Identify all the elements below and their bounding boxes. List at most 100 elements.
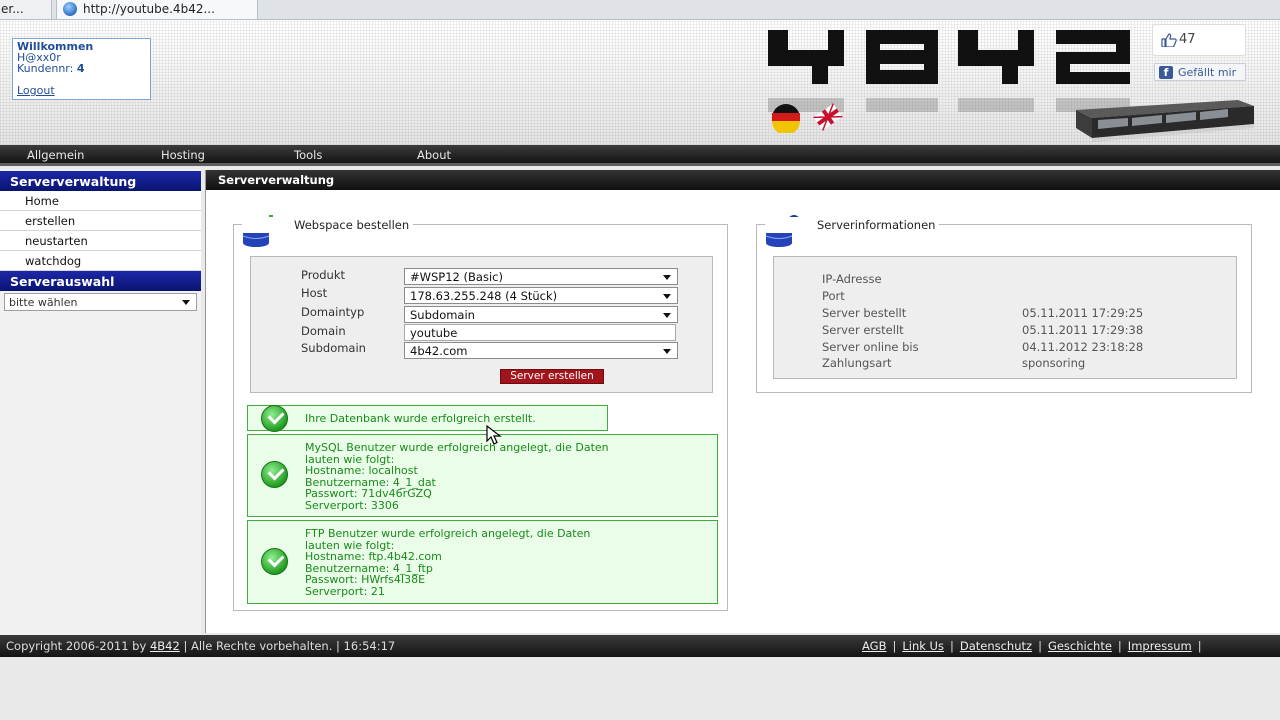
site-footer: Copyright 2006-2011 by 4B42 | Alle Recht…: [0, 635, 1280, 657]
sidebar-section-serververwaltung: Serververwaltung: [0, 171, 201, 191]
info-label-port: Port: [822, 289, 845, 303]
browser-tab-active[interactable]: http://youtube.4b42...: [56, 0, 258, 20]
main-content: Serververwaltung Webspace bestellen Prod…: [205, 170, 1280, 633]
customer-number-line: Kundennr: 4: [17, 63, 146, 74]
sidebar-item-erstellen[interactable]: erstellen: [0, 211, 201, 231]
customer-number-label: Kundennr:: [17, 62, 74, 75]
footer-link-agb[interactable]: AGB: [862, 639, 886, 653]
welcome-box: Willkommen H@xx0r Kundennr: 4 Logout: [12, 38, 151, 100]
field-label-host: Host: [301, 286, 328, 300]
mysql-line: MySQL Benutzer wurde erfolgreich angeleg…: [305, 441, 609, 454]
footer-link-link-us[interactable]: Link Us: [902, 639, 944, 653]
server-erstellen-button[interactable]: Server erstellen: [500, 369, 604, 384]
sidebar-item-watchdog[interactable]: watchdog: [0, 251, 201, 271]
info-value-online-bis: 04.11.2012 23:18:28: [1022, 340, 1144, 354]
db-success-message: Ihre Datenbank wurde erfolgreich erstell…: [247, 405, 608, 432]
info-label-server-erstellt: Server erstellt: [822, 323, 904, 337]
chevron-down-icon: [663, 275, 671, 280]
mysql-hostname: Hostname: localhost: [305, 464, 418, 477]
order-form: Produkt #WSP12 (Basic) Host 178.63.255.2…: [250, 256, 713, 393]
nav-item-tools[interactable]: Tools: [294, 148, 322, 162]
ftp-line: FTP Benutzer wurde erfolgreich angelegt,…: [305, 527, 591, 540]
ftp-password: Passwort: HWrfs4I38E: [305, 573, 426, 586]
ftp-port: Serverport: 21: [305, 584, 385, 598]
tab-label: er...: [1, 2, 24, 16]
server-select-value: bitte wählen: [9, 296, 78, 309]
server-info-table: IP-Adresse Port Server bestellt 05.11.20…: [773, 256, 1237, 379]
success-check-icon: [261, 405, 288, 432]
host-select[interactable]: 178.63.255.248 (4 Stück): [404, 287, 678, 304]
nav-item-hosting[interactable]: Hosting: [161, 148, 205, 162]
like-count: 47: [1179, 32, 1196, 47]
server-rack-image: [1076, 100, 1254, 142]
sidebar-item-home[interactable]: Home: [0, 191, 201, 211]
ftp-details: FTP Benutzer wurde erfolgreich angelegt,…: [305, 528, 590, 597]
browser-tab-strip: er... http://youtube.4b42...: [0, 0, 1280, 20]
footer-links: AGB | Link Us | Datenschutz | Geschichte | Impre…: [862, 639, 1202, 653]
like-button-label: Gefällt mir: [1178, 66, 1237, 79]
db-success-text: Ihre Datenbank wurde erfolgreich erstell…: [305, 412, 536, 425]
chevron-down-icon: [182, 300, 190, 305]
nav-item-allgemein[interactable]: Allgemein: [27, 148, 84, 162]
info-label-zahlungsart: Zahlungsart: [822, 356, 892, 370]
server-info-legend: Serverinformationen: [765, 217, 940, 233]
produkt-value: #WSP12 (Basic): [410, 270, 503, 284]
footer-link-datenschutz[interactable]: Datenschutz: [960, 639, 1032, 653]
order-panel: Webspace bestellen Produkt #WSP12 (Basic…: [233, 215, 728, 611]
domaintyp-value: Subdomain: [410, 308, 475, 322]
sidebar: Serververwaltung Home erstellen neustart…: [0, 169, 201, 635]
domain-value: youtube: [410, 326, 458, 340]
field-label-subdomain: Subdomain: [301, 341, 366, 355]
field-label-domaintyp: Domaintyp: [301, 305, 365, 319]
mouse-cursor-icon: [486, 425, 502, 445]
ftp-success-message: FTP Benutzer wurde erfolgreich angelegt,…: [247, 520, 718, 604]
german-flag-icon[interactable]: [770, 103, 802, 133]
browser-tab-previous[interactable]: er...: [0, 0, 52, 20]
british-flag-icon[interactable]: [812, 100, 844, 134]
facebook-icon: f: [1159, 66, 1173, 79]
info-value-server-bestellt: 05.11.2011 17:29:25: [1022, 306, 1144, 320]
info-label-server-bestellt: Server bestellt: [822, 306, 907, 320]
success-check-icon: [261, 461, 288, 488]
footer-link-impressum[interactable]: Impressum: [1128, 639, 1192, 653]
chevron-down-icon: [663, 313, 671, 318]
sidebar-item-neustarten[interactable]: neustarten: [0, 231, 201, 251]
nav-item-about[interactable]: About: [417, 148, 451, 162]
chevron-down-icon: [663, 294, 671, 299]
facebook-like-button[interactable]: f Gefällt mir: [1154, 63, 1246, 81]
ftp-hostname: Hostname: ftp.4b42.com: [305, 550, 442, 563]
copyright-text: Copyright 2006-2011 by: [6, 639, 147, 653]
mysql-success-message: MySQL Benutzer wurde erfolgreich angeleg…: [247, 434, 718, 517]
subdomain-value: 4b42.com: [410, 344, 468, 358]
facebook-like-count-box: 47: [1152, 24, 1246, 56]
chevron-down-icon: [663, 349, 671, 354]
rights-text: | Alle Rechte vorbehalten. | 16:54:17: [183, 639, 396, 653]
domaintyp-select[interactable]: Subdomain: [404, 306, 678, 323]
thumbs-up-icon: [1161, 33, 1177, 47]
footer-copyright: Copyright 2006-2011 by 4B42 | Alle Recht…: [6, 639, 395, 653]
globe-icon: [63, 2, 77, 16]
field-label-produkt: Produkt: [301, 268, 346, 282]
logout-link[interactable]: Logout: [17, 85, 146, 96]
tab-label: http://youtube.4b42...: [83, 2, 215, 16]
field-label-domain: Domain: [301, 324, 346, 338]
info-label-online-bis: Server online bis: [822, 340, 919, 354]
sidebar-section-serverauswahl: Serverauswahl: [0, 271, 201, 291]
subdomain-select[interactable]: 4b42.com: [404, 342, 678, 359]
customer-number: 4: [76, 62, 85, 75]
brand-link[interactable]: 4B42: [150, 639, 180, 653]
success-check-icon: [261, 548, 288, 575]
produkt-select[interactable]: #WSP12 (Basic): [404, 268, 678, 285]
host-value: 178.63.255.248 (4 Stück): [410, 289, 558, 303]
mysql-port: Serverport: 3306: [305, 498, 399, 512]
page-title: Serververwaltung: [206, 170, 1280, 190]
main-nav: Allgemein Hosting Tools About: [0, 145, 1280, 166]
server-info-panel: Serverinformationen IP-Adresse Port Serv…: [756, 215, 1252, 393]
domain-input[interactable]: youtube: [404, 324, 676, 341]
footer-link-geschichte[interactable]: Geschichte: [1048, 639, 1112, 653]
info-label-ip: IP-Adresse: [822, 272, 882, 286]
order-panel-legend: Webspace bestellen: [242, 217, 414, 233]
info-value-server-erstellt: 05.11.2011 17:29:38: [1022, 323, 1144, 337]
info-value-zahlungsart: sponsoring: [1022, 356, 1086, 370]
server-select[interactable]: bitte wählen: [4, 293, 197, 311]
